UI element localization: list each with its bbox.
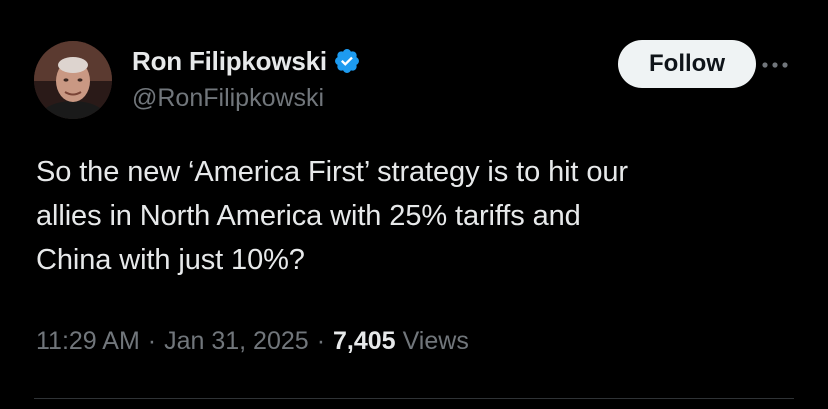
author-display-name[interactable]: Ron Filipkowski bbox=[132, 46, 327, 77]
tweet-date[interactable]: Jan 31, 2025 bbox=[164, 327, 309, 356]
verified-badge-icon[interactable] bbox=[333, 47, 361, 75]
tweet-text-line: China with just 10%? bbox=[36, 244, 305, 276]
follow-button[interactable]: Follow bbox=[618, 40, 756, 88]
author-name-row: Ron Filipkowski bbox=[132, 44, 361, 78]
tweet-text: So the new ‘America First’ strategy is t… bbox=[36, 150, 796, 282]
more-horizontal-icon[interactable] bbox=[758, 54, 792, 76]
meta-separator: · bbox=[316, 327, 326, 355]
avatar[interactable] bbox=[34, 41, 112, 119]
views-count: 7,405 bbox=[333, 327, 396, 355]
tweet-card: Ron Filipkowski @RonFilipkowski Follow S… bbox=[0, 0, 828, 409]
avatar-portrait-icon bbox=[34, 41, 112, 119]
views-label: Views bbox=[402, 327, 469, 355]
tweet-time[interactable]: 11:29 AM bbox=[36, 327, 140, 356]
author-handle[interactable]: @RonFilipkowski bbox=[132, 84, 324, 113]
tweet-text-line: So the new ‘America First’ strategy is t… bbox=[36, 156, 628, 188]
tweet-meta: 11:29 AM · Jan 31, 2025 · 7,405 Views bbox=[36, 327, 469, 356]
meta-separator: · bbox=[147, 327, 157, 355]
divider bbox=[34, 398, 794, 399]
tweet-text-line: allies in North America with 25% tariffs… bbox=[36, 200, 581, 232]
